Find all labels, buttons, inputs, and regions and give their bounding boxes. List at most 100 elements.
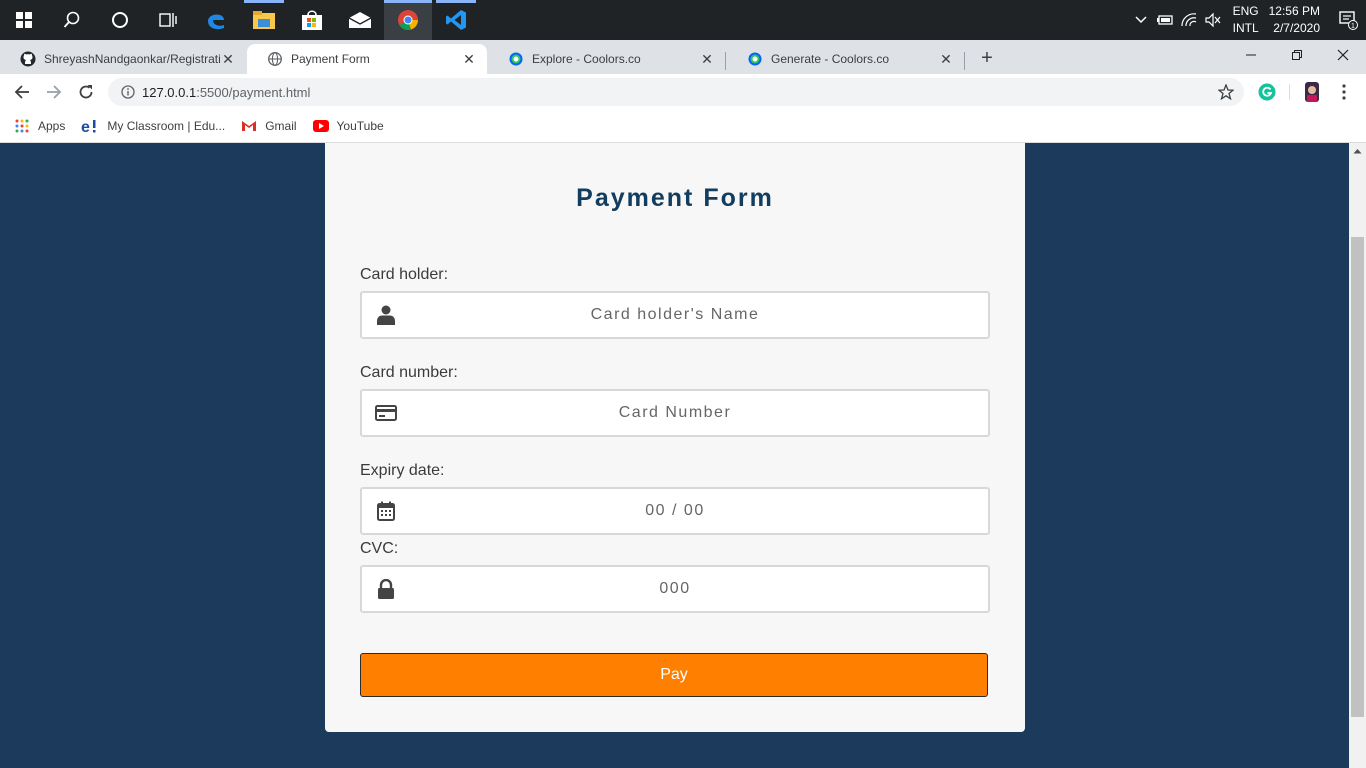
- tab-close-button[interactable]: ✕: [461, 51, 477, 67]
- calendar-icon: [362, 489, 410, 533]
- new-tab-button[interactable]: +: [975, 46, 999, 70]
- coolors-icon: [747, 51, 763, 67]
- grammarly-extension-button[interactable]: [1257, 82, 1277, 102]
- tab-payment-form[interactable]: Payment Form ✕: [247, 44, 487, 74]
- notification-count: 1: [1351, 23, 1355, 30]
- expiry-date-input[interactable]: [410, 489, 988, 533]
- back-button[interactable]: [8, 78, 36, 106]
- wifi-button[interactable]: [1177, 0, 1201, 40]
- expiry-date-label: Expiry date:: [360, 462, 445, 479]
- page-viewport: Payment Form Card holder: Card number: E…: [0, 143, 1349, 768]
- keyboard-layout: INTL: [1232, 21, 1259, 35]
- apps-grid-icon: [14, 118, 30, 134]
- scroll-up-arrow-icon[interactable]: [1353, 147, 1362, 156]
- bookmarks-bar: Apps e My Classroom | Edu... Gmail YouTu…: [0, 110, 1366, 143]
- card-holder-input[interactable]: [410, 293, 988, 337]
- start-button[interactable]: [0, 0, 48, 40]
- vscode-taskbar-button[interactable]: [432, 0, 480, 40]
- file-explorer-taskbar-button[interactable]: [240, 0, 288, 40]
- forward-button[interactable]: [40, 78, 68, 106]
- bookmark-label: My Classroom | Edu...: [107, 119, 226, 133]
- reload-icon: [79, 85, 93, 99]
- windows-taskbar: ENG INTL 12:56 PM 2/7/2020 1: [0, 0, 1366, 40]
- user-icon: [362, 293, 410, 337]
- tab-explore-coolors[interactable]: Explore - Coolors.co ✕: [488, 44, 725, 74]
- battery-button[interactable]: [1153, 0, 1177, 40]
- chrome-taskbar-button[interactable]: [384, 0, 432, 40]
- expiry-date-field[interactable]: [360, 487, 990, 535]
- browser-toolbar: 127.0.0.1:5500/payment.html: [0, 74, 1366, 110]
- scrollbar-thumb[interactable]: [1351, 237, 1364, 717]
- forward-arrow-icon: [47, 85, 62, 99]
- cvc-label: CVC:: [360, 540, 399, 557]
- avatar-icon: [1305, 82, 1319, 102]
- cvc-input[interactable]: [410, 567, 988, 611]
- clock[interactable]: 12:56 PM 2/7/2020: [1269, 3, 1320, 37]
- lock-icon: [362, 567, 410, 611]
- volume-muted-icon: [1205, 13, 1221, 27]
- cortana-icon: [112, 12, 128, 28]
- chrome-icon: [398, 10, 418, 30]
- taskbar-search-button[interactable]: [48, 0, 96, 40]
- tab-title: Payment Form: [291, 52, 370, 66]
- cvc-field[interactable]: [360, 565, 990, 613]
- payment-form-card: Payment Form Card holder: Card number: E…: [325, 143, 1025, 732]
- tab-github[interactable]: ShreyashNandgaonkar/Registrati ✕: [0, 44, 246, 74]
- vscode-icon: [446, 10, 466, 30]
- action-center-button[interactable]: 1: [1330, 0, 1366, 40]
- tab-close-button[interactable]: ✕: [699, 51, 715, 67]
- tab-title: Explore - Coolors.co: [532, 52, 641, 66]
- bookmark-label: Apps: [38, 119, 66, 133]
- mail-taskbar-button[interactable]: [336, 0, 384, 40]
- tab-generate-coolors[interactable]: Generate - Coolors.co ✕: [727, 44, 964, 74]
- file-explorer-icon: [253, 11, 275, 29]
- close-icon: [1337, 49, 1349, 61]
- tab-close-button[interactable]: ✕: [938, 51, 954, 67]
- site-info-icon[interactable]: [120, 84, 136, 100]
- credit-card-icon: [362, 391, 410, 435]
- bookmark-label: YouTube: [336, 119, 384, 133]
- wifi-icon: [1181, 13, 1196, 27]
- chevron-up-icon: [1135, 16, 1147, 24]
- pay-button[interactable]: Pay: [360, 653, 988, 697]
- minimize-icon: [1246, 54, 1256, 56]
- kebab-menu-icon: [1342, 84, 1346, 100]
- bookmark-my-classroom[interactable]: e My Classroom | Edu...: [81, 118, 225, 134]
- bookmark-star-icon[interactable]: [1218, 84, 1234, 100]
- clock-date: 2/7/2020: [1273, 21, 1320, 35]
- store-taskbar-button[interactable]: [288, 0, 336, 40]
- url-path: :5500/payment.html: [196, 84, 311, 100]
- address-bar[interactable]: 127.0.0.1:5500/payment.html: [108, 78, 1244, 106]
- edge-icon: [208, 14, 224, 30]
- page-scrollbar[interactable]: [1349, 143, 1366, 768]
- profile-avatar[interactable]: [1302, 82, 1322, 102]
- card-holder-field[interactable]: [360, 291, 990, 339]
- coolors-icon: [508, 51, 524, 67]
- card-number-field[interactable]: [360, 389, 990, 437]
- bookmark-gmail[interactable]: Gmail: [241, 118, 297, 134]
- bookmark-apps[interactable]: Apps: [14, 118, 65, 134]
- tab-title: Generate - Coolors.co: [771, 52, 890, 66]
- close-window-button[interactable]: [1320, 40, 1366, 70]
- back-arrow-icon: [14, 85, 29, 99]
- show-hidden-icons-button[interactable]: [1129, 0, 1153, 40]
- globe-icon: [267, 51, 283, 67]
- bookmark-youtube[interactable]: YouTube: [312, 118, 384, 134]
- input-language-indicator[interactable]: ENG INTL: [1233, 3, 1259, 37]
- card-holder-label: Card holder:: [360, 266, 449, 283]
- reload-button[interactable]: [72, 78, 100, 106]
- volume-button[interactable]: [1201, 0, 1225, 40]
- cortana-button[interactable]: [96, 0, 144, 40]
- card-number-input[interactable]: [410, 391, 988, 435]
- tab-close-button[interactable]: ✕: [220, 51, 236, 67]
- edge-taskbar-button[interactable]: [192, 0, 240, 40]
- chrome-menu-button[interactable]: [1334, 82, 1354, 102]
- tab-separator: [964, 52, 965, 70]
- gmail-icon: [241, 118, 257, 134]
- restore-icon: [1292, 50, 1302, 60]
- tab-title: ShreyashNandgaonkar/Registrati: [44, 52, 220, 66]
- restore-button[interactable]: [1274, 40, 1320, 70]
- page-title: Payment Form: [576, 184, 774, 212]
- task-view-button[interactable]: [144, 0, 192, 40]
- minimize-button[interactable]: [1228, 40, 1274, 70]
